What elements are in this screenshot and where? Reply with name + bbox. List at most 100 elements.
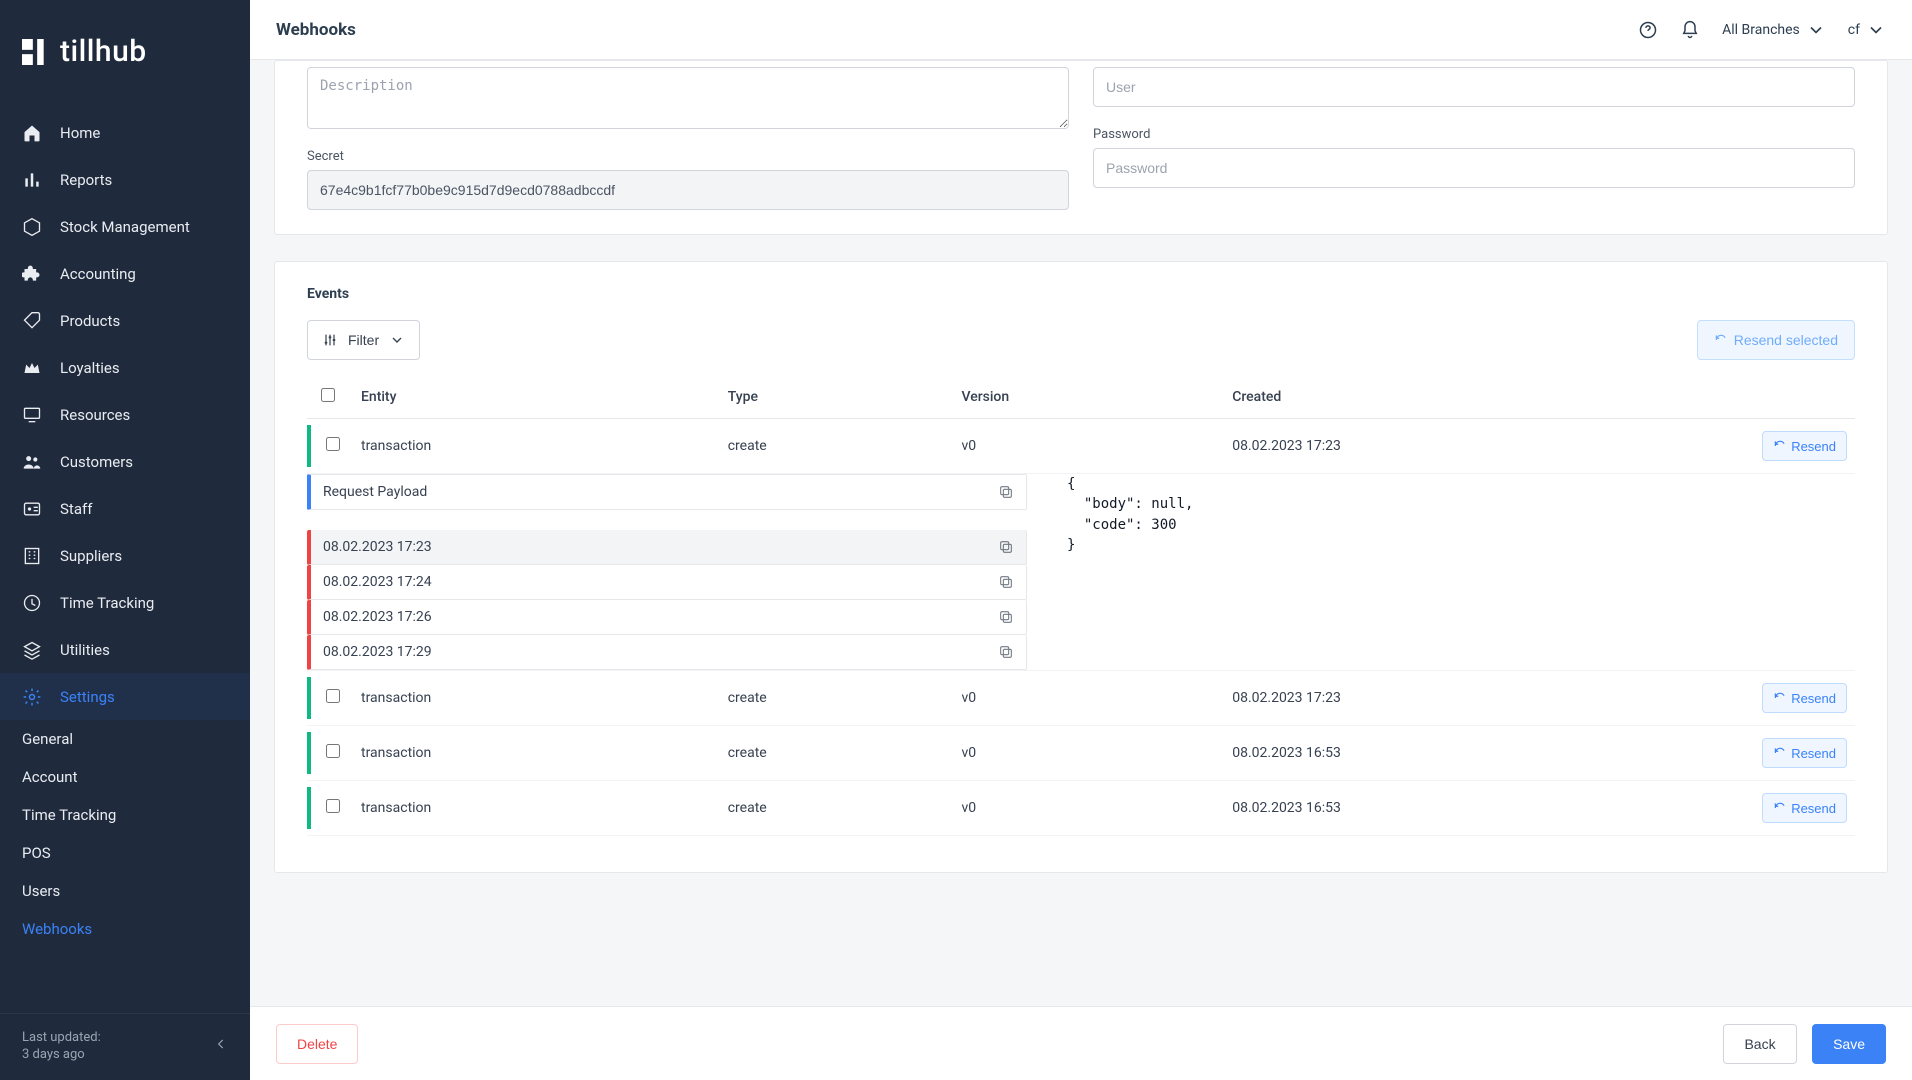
sidebar-item-utilities[interactable]: Utilities (0, 626, 250, 673)
sidebar-sub-general[interactable]: General (0, 720, 250, 758)
attempt-time: 08.02.2023 17:24 (323, 574, 432, 590)
sidebar-item-loyalties[interactable]: Loyalties (0, 344, 250, 391)
row-checkbox[interactable] (326, 437, 340, 451)
events-card: Events Filter Resend selected (274, 261, 1888, 873)
branches-selector[interactable]: All Branches (1722, 20, 1826, 40)
sidebar-item-staff[interactable]: Staff (0, 485, 250, 532)
user-menu[interactable]: cf (1848, 20, 1886, 40)
topbar-actions: All Branches cf (1638, 20, 1886, 40)
sidebar-item-label: Reports (60, 171, 112, 189)
table-row[interactable]: transaction create v0 08.02.2023 16:53 R… (307, 726, 1855, 781)
delete-button[interactable]: Delete (276, 1024, 358, 1064)
page-title: Webhooks (276, 20, 1616, 40)
copy-icon[interactable] (998, 539, 1014, 555)
chart-icon (22, 170, 42, 190)
sidebar-item-label: Home (60, 124, 100, 142)
detail-attempts: Request Payload 08.02.2023 17:23 08.02.2… (307, 474, 1027, 670)
user-field[interactable] (1093, 67, 1855, 107)
col-created: Created (1224, 376, 1754, 419)
scroll-area[interactable]: Secret Password Events Filter (250, 60, 1912, 1006)
attempt-item[interactable]: 08.02.2023 17:24 (307, 565, 1027, 600)
tag-icon (22, 311, 42, 331)
sidebar-item-settings[interactable]: Settings (0, 673, 250, 720)
copy-icon[interactable] (998, 609, 1014, 625)
cell-entity: transaction (353, 781, 720, 836)
sidebar-item-home[interactable]: Home (0, 109, 250, 156)
table-row[interactable]: transaction create v0 08.02.2023 17:23 R… (307, 419, 1855, 474)
badge-icon (22, 499, 42, 519)
sidebar-sub-webhooks[interactable]: Webhooks (0, 910, 250, 948)
attempt-item[interactable]: 08.02.2023 17:23 (307, 530, 1027, 565)
secret-field[interactable] (307, 170, 1069, 210)
help-icon[interactable] (1638, 20, 1658, 40)
sidebar-item-timetracking[interactable]: Time Tracking (0, 579, 250, 626)
sidebar-item-reports[interactable]: Reports (0, 156, 250, 203)
copy-icon[interactable] (998, 644, 1014, 660)
sidebar-item-resources[interactable]: Resources (0, 391, 250, 438)
resend-button[interactable]: Resend (1762, 738, 1847, 768)
row-checkbox[interactable] (326, 689, 340, 703)
sliders-icon (322, 332, 338, 348)
sidebar-sub-users[interactable]: Users (0, 872, 250, 910)
tillhub-logo-icon (22, 39, 48, 65)
cell-version: v0 (953, 419, 1224, 474)
table-row[interactable]: transaction create v0 08.02.2023 16:53 R… (307, 781, 1855, 836)
attempt-item[interactable]: 08.02.2023 17:29 (307, 635, 1027, 670)
cell-created: 08.02.2023 17:23 (1224, 419, 1754, 474)
cell-created: 08.02.2023 16:53 (1224, 726, 1754, 781)
bell-icon[interactable] (1680, 20, 1700, 40)
row-checkbox[interactable] (326, 799, 340, 813)
home-icon (22, 123, 42, 143)
brand-logo: tillhub (0, 0, 250, 103)
sidebar-sub-pos[interactable]: POS (0, 834, 250, 872)
row-checkbox[interactable] (326, 744, 340, 758)
resend-button[interactable]: Resend (1762, 793, 1847, 823)
sidebar-item-customers[interactable]: Customers (0, 438, 250, 485)
resend-button[interactable]: Resend (1762, 683, 1847, 713)
cell-entity: transaction (353, 671, 720, 726)
clock-icon (22, 593, 42, 613)
password-label: Password (1093, 127, 1855, 142)
status-indicator (307, 677, 311, 719)
sidebar-item-label: Accounting (60, 265, 136, 283)
chevron-down-icon (1866, 20, 1886, 40)
row-detail: Request Payload 08.02.2023 17:23 08.02.2… (307, 474, 1855, 671)
resend-selected-label: Resend selected (1734, 332, 1838, 348)
back-button[interactable]: Back (1723, 1024, 1796, 1064)
sidebar-item-label: Loyalties (60, 359, 120, 377)
filter-button[interactable]: Filter (307, 320, 420, 360)
sidebar-item-products[interactable]: Products (0, 297, 250, 344)
events-toolbar: Filter Resend selected (307, 320, 1855, 360)
password-field[interactable] (1093, 148, 1855, 188)
sidebar: tillhub Home Reports Stock Management Ac… (0, 0, 250, 1080)
table-row[interactable]: transaction create v0 08.02.2023 17:23 R… (307, 671, 1855, 726)
save-button[interactable]: Save (1812, 1024, 1886, 1064)
people-icon (22, 452, 42, 472)
resend-button[interactable]: Resend (1762, 431, 1847, 461)
copy-icon[interactable] (998, 484, 1014, 500)
select-all-checkbox[interactable] (321, 388, 335, 402)
cell-version: v0 (953, 726, 1224, 781)
cell-type: create (720, 419, 954, 474)
refresh-icon (1773, 746, 1787, 760)
sidebar-item-accounting[interactable]: Accounting (0, 250, 250, 297)
sidebar-item-label: Stock Management (60, 218, 190, 236)
sidebar-sub-timetracking[interactable]: Time Tracking (0, 796, 250, 834)
copy-icon[interactable] (998, 574, 1014, 590)
request-payload-item[interactable]: Request Payload (307, 474, 1027, 510)
page-footer: Delete Back Save (250, 1006, 1912, 1080)
description-field[interactable] (307, 67, 1069, 129)
webhook-form-card: Secret Password (274, 60, 1888, 235)
collapse-sidebar-button[interactable] (214, 1037, 228, 1057)
sidebar-item-suppliers[interactable]: Suppliers (0, 532, 250, 579)
resend-selected-button[interactable]: Resend selected (1697, 320, 1855, 360)
sidebar-footer: Last updated: 3 days ago (0, 1013, 250, 1080)
response-json: { "body": null, "code": 300 } (1067, 474, 1855, 670)
status-indicator (307, 425, 311, 467)
cell-version: v0 (953, 671, 1224, 726)
sidebar-item-stock[interactable]: Stock Management (0, 203, 250, 250)
sidebar-sub-account[interactable]: Account (0, 758, 250, 796)
gear-icon (22, 687, 42, 707)
attempt-time: 08.02.2023 17:23 (323, 539, 432, 555)
attempt-item[interactable]: 08.02.2023 17:26 (307, 600, 1027, 635)
